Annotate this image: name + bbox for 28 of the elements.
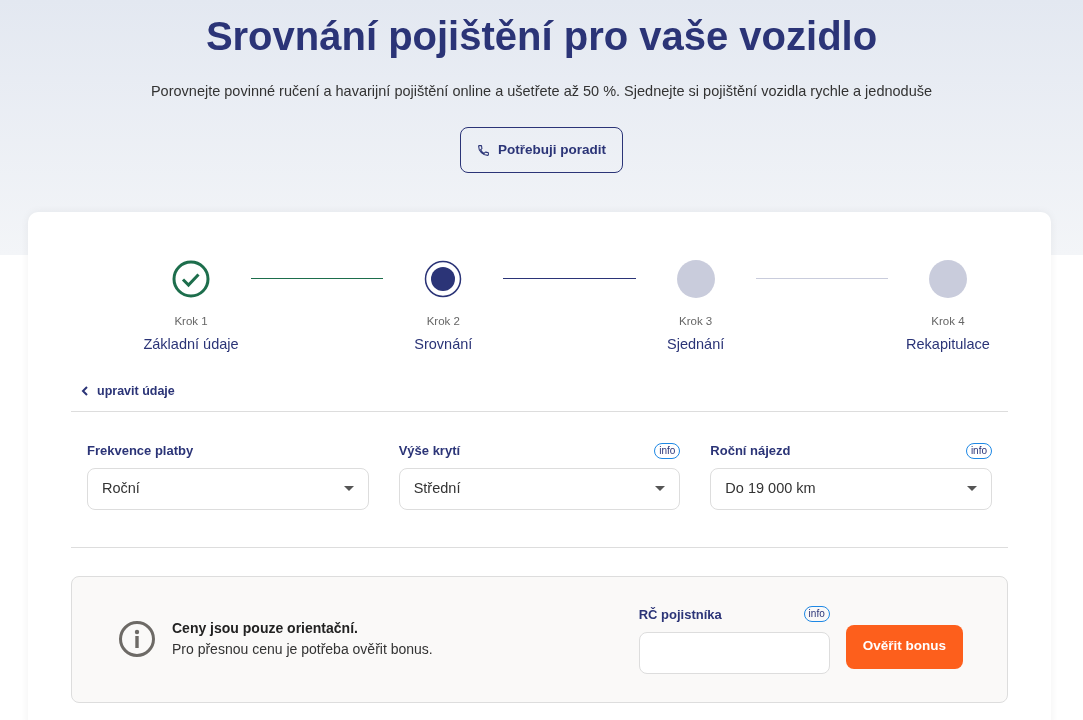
select-field[interactable]: Do 19 000 km bbox=[710, 467, 992, 510]
step-label: Sjednání bbox=[667, 335, 725, 355]
phone-icon bbox=[477, 143, 490, 157]
select-field[interactable]: Střední bbox=[398, 467, 681, 510]
step-number: Krok 2 bbox=[426, 314, 460, 329]
notice-text: Pro přesnou cenu je potřeba ověřit bonus. bbox=[172, 640, 433, 660]
field-label: Výše krytí bbox=[398, 442, 461, 460]
field-label: RČ pojistníka bbox=[638, 605, 722, 624]
caret-icon bbox=[343, 486, 354, 492]
page-title: Srovnání pojištění pro vaše vozidlo bbox=[204, 13, 879, 60]
caret-icon bbox=[967, 486, 977, 492]
chevron-left-icon bbox=[81, 386, 89, 397]
select-field[interactable]: Roční bbox=[87, 467, 369, 510]
field-label: Roční nájezd bbox=[710, 442, 791, 460]
caret-icon bbox=[655, 486, 666, 492]
step-label: Srovnání bbox=[414, 335, 473, 355]
help-button[interactable]: Potřebuji poradit bbox=[460, 126, 623, 173]
info-icon bbox=[118, 620, 156, 659]
step-number: Krok 1 bbox=[174, 314, 208, 329]
step-label: Základní údaje bbox=[143, 335, 239, 355]
step-label: Rekapitulace bbox=[906, 335, 990, 355]
page-subtitle: Porovnejte povinné ručení a havarijní pojištění online a ušetřete až 50 %. Sjednejte si pojištění vozidla rychle a jednoduše bbox=[149, 82, 934, 101]
notice-title: Ceny jsou pouze orientační. bbox=[172, 619, 359, 639]
input-field[interactable] bbox=[638, 632, 830, 674]
step-number: Krok 4 bbox=[931, 314, 965, 329]
edit-link[interactable]: upravit údaje bbox=[71, 382, 175, 411]
step-number: Krok 3 bbox=[679, 314, 713, 329]
field-label: Frekvence platby bbox=[87, 442, 194, 460]
